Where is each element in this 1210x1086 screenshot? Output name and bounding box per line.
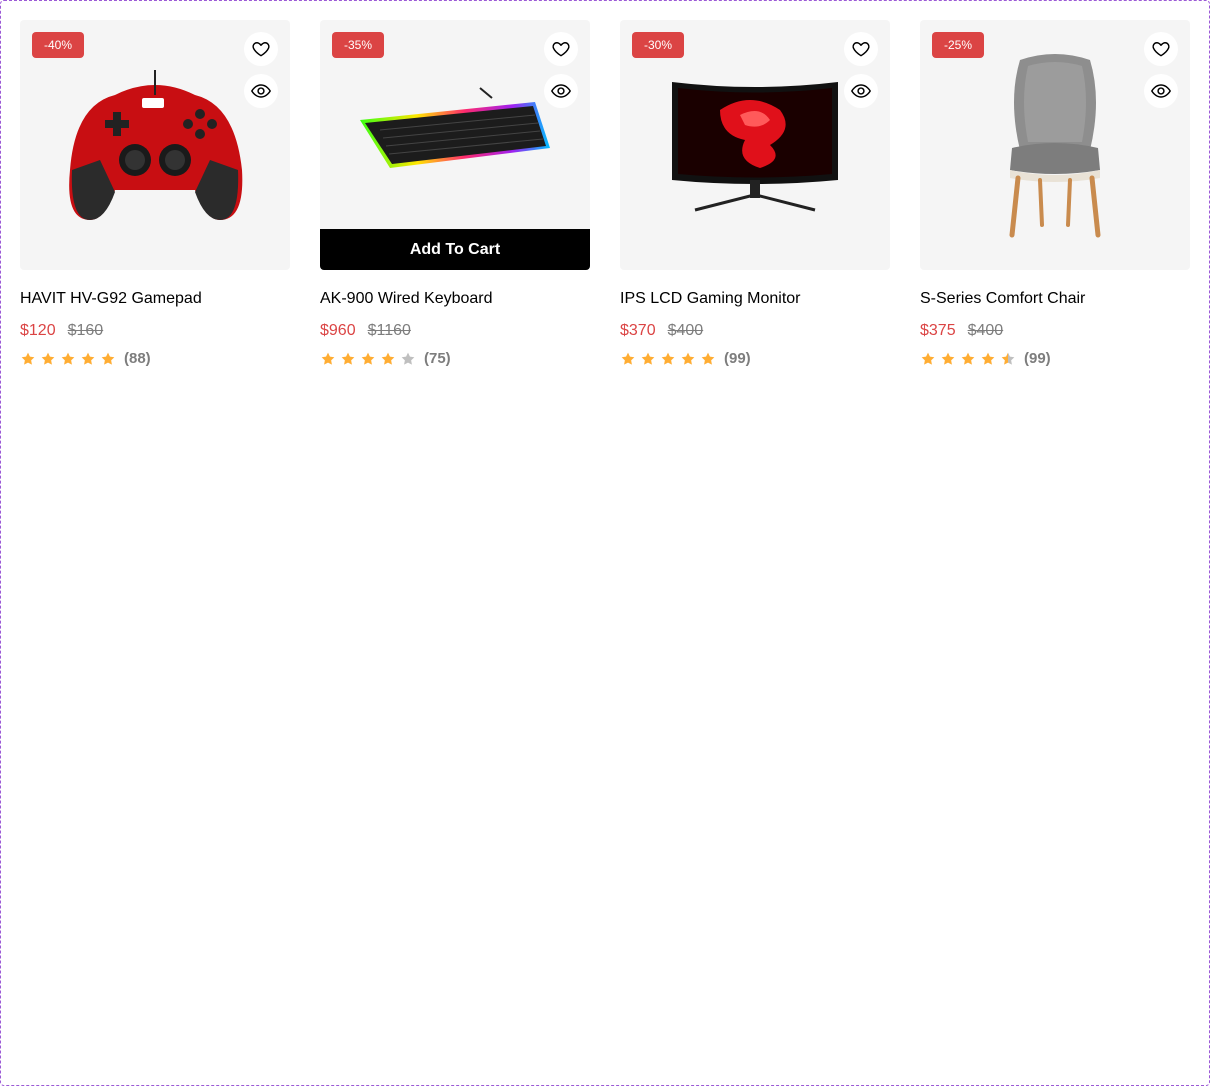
product-media: -30% (620, 20, 890, 270)
star-icon (401, 352, 415, 365)
original-price: $400 (967, 322, 1004, 339)
star-icon (41, 352, 55, 365)
add-to-cart-button[interactable]: Add To Cart (320, 229, 590, 270)
original-price: $160 (67, 322, 104, 339)
discount-badge: -30% (632, 32, 685, 58)
product-media: -25% (920, 20, 1190, 270)
rating-row: (99) (620, 350, 890, 367)
current-price: $370 (620, 322, 656, 339)
quick-view-button[interactable] (544, 74, 578, 108)
star-icon (21, 352, 35, 365)
discount-badge: -40% (32, 32, 85, 58)
heart-icon (1152, 42, 1170, 57)
wishlist-button[interactable] (1144, 32, 1178, 66)
wishlist-button[interactable] (244, 32, 278, 66)
heart-icon (852, 42, 870, 57)
price-row: $370 $400 (620, 322, 890, 340)
star-icon (661, 352, 675, 365)
star-icon (641, 352, 655, 365)
quick-view-button[interactable] (1144, 74, 1178, 108)
eye-icon (850, 84, 872, 98)
star-icon (381, 352, 395, 365)
star-icon (681, 352, 695, 365)
current-price: $960 (320, 322, 356, 339)
rating-row: (99) (920, 350, 1190, 367)
heart-icon (552, 42, 570, 57)
product-card[interactable]: -35% Add To Cart AK-900 Wired Keyboard $… (320, 20, 590, 367)
eye-icon (250, 84, 272, 98)
star-icon (1001, 352, 1015, 365)
product-name[interactable]: AK-900 Wired Keyboard (320, 290, 590, 308)
review-count: (88) (124, 350, 151, 367)
product-name[interactable]: HAVIT HV-G92 Gamepad (20, 290, 290, 308)
review-count: (99) (1024, 350, 1051, 367)
product-card[interactable]: -30% IPS LCD Gaming Monitor $370 $400 (9… (620, 20, 890, 367)
star-icon (61, 352, 75, 365)
star-icon (341, 352, 355, 365)
eye-icon (1150, 84, 1172, 98)
star-rating (620, 351, 716, 367)
product-name[interactable]: S-Series Comfort Chair (920, 290, 1190, 308)
original-price: $400 (667, 322, 704, 339)
star-icon (101, 352, 115, 365)
original-price: $1160 (367, 322, 411, 339)
eye-icon (550, 84, 572, 98)
discount-badge: -35% (332, 32, 385, 58)
product-media: -35% Add To Cart (320, 20, 590, 270)
star-icon (921, 352, 935, 365)
rating-row: (88) (20, 350, 290, 367)
star-icon (961, 352, 975, 365)
star-icon (621, 352, 635, 365)
star-rating (920, 351, 1016, 367)
price-row: $120 $160 (20, 322, 290, 340)
star-icon (701, 352, 715, 365)
product-card[interactable]: -40% HAVIT HV-G92 Gamepad $120 $160 (88) (20, 20, 290, 367)
heart-icon (252, 42, 270, 57)
current-price: $375 (920, 322, 956, 339)
star-rating (320, 351, 416, 367)
discount-badge: -25% (932, 32, 985, 58)
product-grid: -40% HAVIT HV-G92 Gamepad $120 $160 (88) (20, 20, 1190, 367)
star-icon (981, 352, 995, 365)
star-rating (20, 351, 116, 367)
star-icon (941, 352, 955, 365)
star-icon (361, 352, 375, 365)
current-price: $120 (20, 322, 56, 339)
product-card[interactable]: -25% S-Series Comfort Chair $375 $400 (9… (920, 20, 1190, 367)
price-row: $960 $1160 (320, 322, 590, 340)
rating-row: (75) (320, 350, 590, 367)
quick-view-button[interactable] (244, 74, 278, 108)
product-name[interactable]: IPS LCD Gaming Monitor (620, 290, 890, 308)
wishlist-button[interactable] (844, 32, 878, 66)
price-row: $375 $400 (920, 322, 1190, 340)
review-count: (75) (424, 350, 451, 367)
wishlist-button[interactable] (544, 32, 578, 66)
review-count: (99) (724, 350, 751, 367)
star-icon (81, 352, 95, 365)
quick-view-button[interactable] (844, 74, 878, 108)
product-media: -40% (20, 20, 290, 270)
star-icon (321, 352, 335, 365)
